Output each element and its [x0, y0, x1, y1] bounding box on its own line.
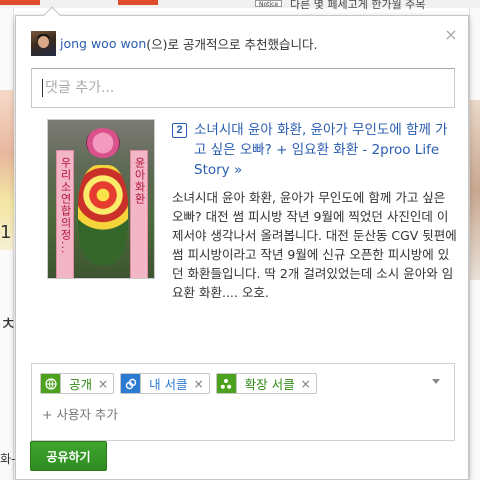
wreath-ribbon-left: 우리소연합의정... [56, 150, 74, 278]
link-preview: 2 소녀시대 윤아 화환, 윤아가 무인도에 함께 가고 싶은 오빠? + 임요… [172, 120, 458, 302]
close-icon[interactable]: × [444, 27, 458, 43]
background-top-text: 다른 몇 페세고게 한가월 주목 [290, 0, 426, 11]
share-popup: × jong woo won (으)로 공개적으로 추천했습니다. 우리소연합의… [15, 6, 469, 480]
comment-input[interactable] [45, 80, 425, 96]
extended-circles-icon [216, 374, 237, 393]
background-left-text: 화- [0, 452, 16, 466]
audience-chip-extended-circles[interactable]: 확장 서클 × [215, 373, 317, 394]
audience-chip-public[interactable]: 공개 × [40, 373, 115, 394]
share-audience-box[interactable]: 공개 × 내 서클 × 확장 서클 × + 사용자 추가 [31, 363, 455, 441]
remove-chip-icon[interactable]: × [194, 377, 209, 391]
background-red-button [118, 0, 158, 5]
audience-chip-label: 내 서클 [149, 377, 188, 392]
avatar[interactable] [31, 30, 56, 56]
wreath-bow [86, 128, 120, 158]
share-action-text: (으)로 공개적으로 추천했습니다. [146, 36, 318, 52]
audience-chip-my-circles[interactable]: 내 서클 × [120, 373, 210, 394]
background-red-button [0, 0, 40, 5]
link-description: 소녀시대 윤아 화환, 윤아가 무인도에 함께 가고 싶은 오빠? 대전 썸 피… [172, 190, 457, 300]
link-thumbnail[interactable]: 우리소연합의정... 윤아화환 [47, 119, 155, 279]
text-caret [42, 79, 43, 97]
background-left-text: 1 [0, 222, 12, 243]
site-favicon-icon: 2 [172, 123, 187, 138]
share-header: jong woo won (으)로 공개적으로 추천했습니다. [31, 30, 317, 56]
background-notice-label: Notice [255, 0, 283, 7]
link-title[interactable]: 2 소녀시대 윤아 화환, 윤아가 무인도에 함께 가고 싶은 오빠? + 임요… [172, 120, 458, 180]
add-people-link[interactable]: + 사용자 추가 [42, 404, 118, 423]
author-name-link[interactable]: jong woo won [60, 36, 146, 51]
flower-wreath [78, 165, 128, 265]
audience-chip-label: 공개 [69, 377, 93, 392]
globe-icon [41, 374, 61, 393]
chevron-down-icon[interactable] [432, 379, 440, 384]
background-right-image [470, 100, 480, 280]
circles-icon [121, 374, 142, 393]
audience-chip-label: 확장 서클 [244, 377, 295, 392]
audience-chips: 공개 × 내 서클 × 확장 서클 × [40, 373, 317, 394]
link-title-text[interactable]: 소녀시대 윤아 화환, 윤아가 무인도에 함께 가고 싶은 오빠? + 임요환 … [194, 120, 458, 180]
share-button[interactable]: 공유하기 [30, 441, 107, 471]
wreath-ribbon-right: 윤아화환 [130, 150, 148, 278]
comment-field[interactable] [31, 68, 455, 108]
remove-chip-icon[interactable]: × [301, 377, 316, 391]
remove-chip-icon[interactable]: × [98, 377, 113, 391]
popup-pointer-arrow [43, 6, 61, 24]
